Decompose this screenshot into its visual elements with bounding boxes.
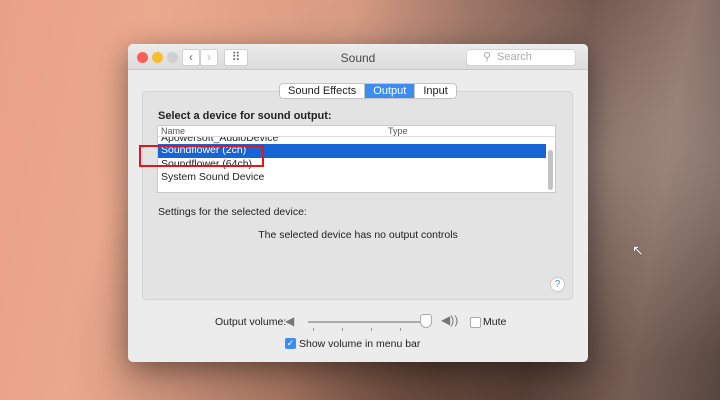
slider-tick: [371, 328, 372, 331]
scrollbar[interactable]: [548, 150, 553, 190]
help-button[interactable]: ?: [550, 277, 565, 292]
column-name[interactable]: Name: [161, 126, 185, 136]
column-type[interactable]: Type: [388, 126, 408, 136]
highlight-annotation: [139, 145, 264, 167]
tab-panel: [142, 91, 573, 300]
tab-output[interactable]: Output: [365, 84, 416, 98]
show-volume-label: Show volume in menu bar: [299, 338, 421, 350]
slider-tick: [342, 328, 343, 331]
no-controls-message: The selected device has no output contro…: [258, 229, 458, 241]
tab-sound-effects[interactable]: Sound Effects: [280, 84, 366, 98]
settings-label: Settings for the selected device:: [158, 206, 307, 218]
device-heading: Select a device for sound output:: [158, 110, 332, 122]
table-row[interactable]: Apowersoft_AudioDevice: [158, 137, 546, 144]
output-volume-label: Output volume:: [215, 316, 287, 328]
slider-tick: [313, 328, 314, 331]
title-bar: ‹ › ⠿ Sound ⚲ Search: [128, 44, 588, 70]
table-header: Name Type: [158, 126, 555, 137]
table-row[interactable]: System Sound Device: [158, 171, 546, 185]
sound-preferences-window: ‹ › ⠿ Sound ⚲ Search Sound Effects Output…: [128, 44, 588, 362]
tab-input[interactable]: Input: [415, 84, 455, 98]
checkmark-icon: ✓: [286, 338, 295, 348]
mute-label: Mute: [483, 316, 507, 328]
slider-tick: [400, 328, 401, 331]
search-icon: ⚲: [483, 51, 492, 63]
volume-slider[interactable]: [308, 321, 430, 323]
show-volume-checkbox[interactable]: ✓: [285, 338, 296, 349]
mute-checkbox[interactable]: [470, 317, 481, 328]
speaker-high-icon: ◀)): [441, 313, 459, 327]
search-placeholder: Search: [497, 51, 532, 63]
mouse-cursor-icon: ↖: [632, 242, 644, 258]
tab-bar: Sound Effects Output Input: [279, 83, 457, 99]
speaker-low-icon: ◀: [285, 314, 295, 328]
volume-slider-thumb[interactable]: [420, 314, 433, 328]
search-input[interactable]: ⚲ Search: [466, 49, 576, 66]
